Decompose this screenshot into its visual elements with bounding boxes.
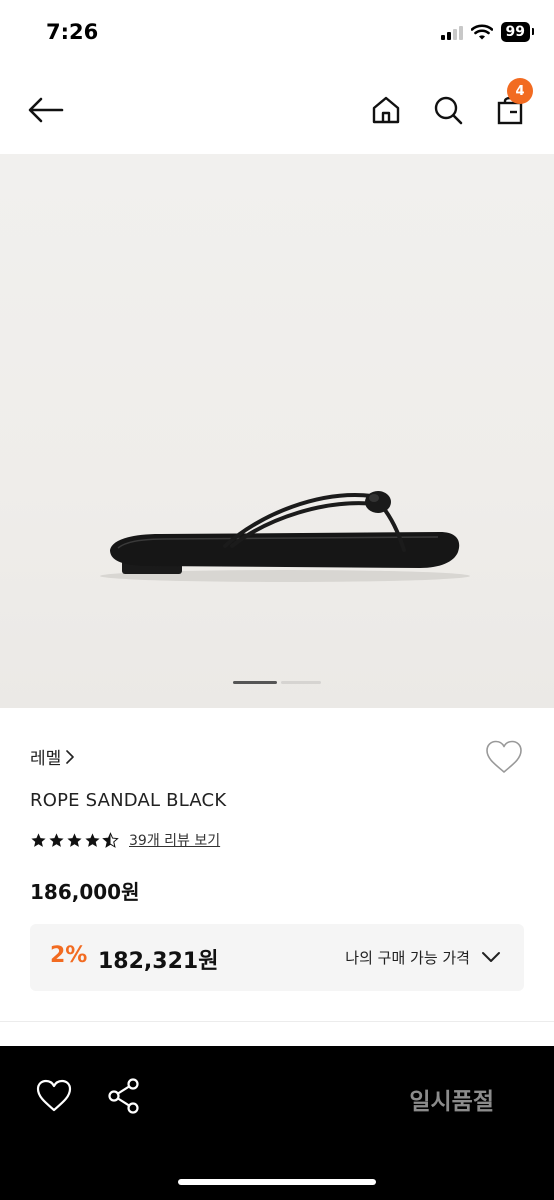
back-arrow-icon[interactable] [28,92,68,128]
rating-stars [30,831,119,849]
member-price-dropdown[interactable]: 2% 182,321원 나의 구매 가능 가격 [30,924,524,991]
carousel-dot [281,681,321,684]
status-time: 7:26 [46,20,99,44]
discount-rate: 2% [50,943,88,968]
star-icon [31,832,46,847]
wifi-icon [470,24,493,40]
member-price-label: 나의 구매 가능 가격 [345,949,470,967]
sandal-photo [100,491,470,582]
status-icons: 99 [440,22,535,42]
wishlist-heart-icon[interactable] [484,738,524,778]
product-title: ROPE SANDAL BLACK [30,790,227,811]
rating-row: 39개 리뷰 보기 [30,830,220,850]
product-image[interactable] [0,154,554,708]
brand-link[interactable]: 레멜 [30,744,75,769]
star-icon [85,832,100,847]
nav-bar [0,70,554,152]
chevron-right-icon [66,749,75,764]
battery-icon: 99 [500,22,535,42]
carousel-dot-active [233,681,277,684]
home-indicator [178,1179,376,1185]
search-icon[interactable] [428,90,468,130]
status-bar: 7:26 99 [0,0,554,68]
star-icon [49,832,64,847]
heart-icon[interactable] [34,1076,74,1116]
sold-out-button[interactable]: 일시품절 [409,1082,494,1116]
cart-count-badge: 4 [507,78,533,104]
carousel-indicator [233,681,321,684]
product-price: 186,000원 [30,880,140,904]
review-link[interactable]: 39개 리뷰 보기 [129,830,220,850]
signal-icon [440,24,463,40]
section-divider [0,1021,554,1022]
home-icon[interactable] [366,90,406,130]
discount-price: 182,321원 [98,949,219,974]
share-icon[interactable] [104,1076,144,1116]
chevron-down-icon [482,952,500,962]
bottom-action-bar: 일시품절 [0,1046,554,1200]
brand-name: 레멜 [30,749,62,769]
star-icon [67,832,82,847]
star-half-icon [102,831,119,848]
